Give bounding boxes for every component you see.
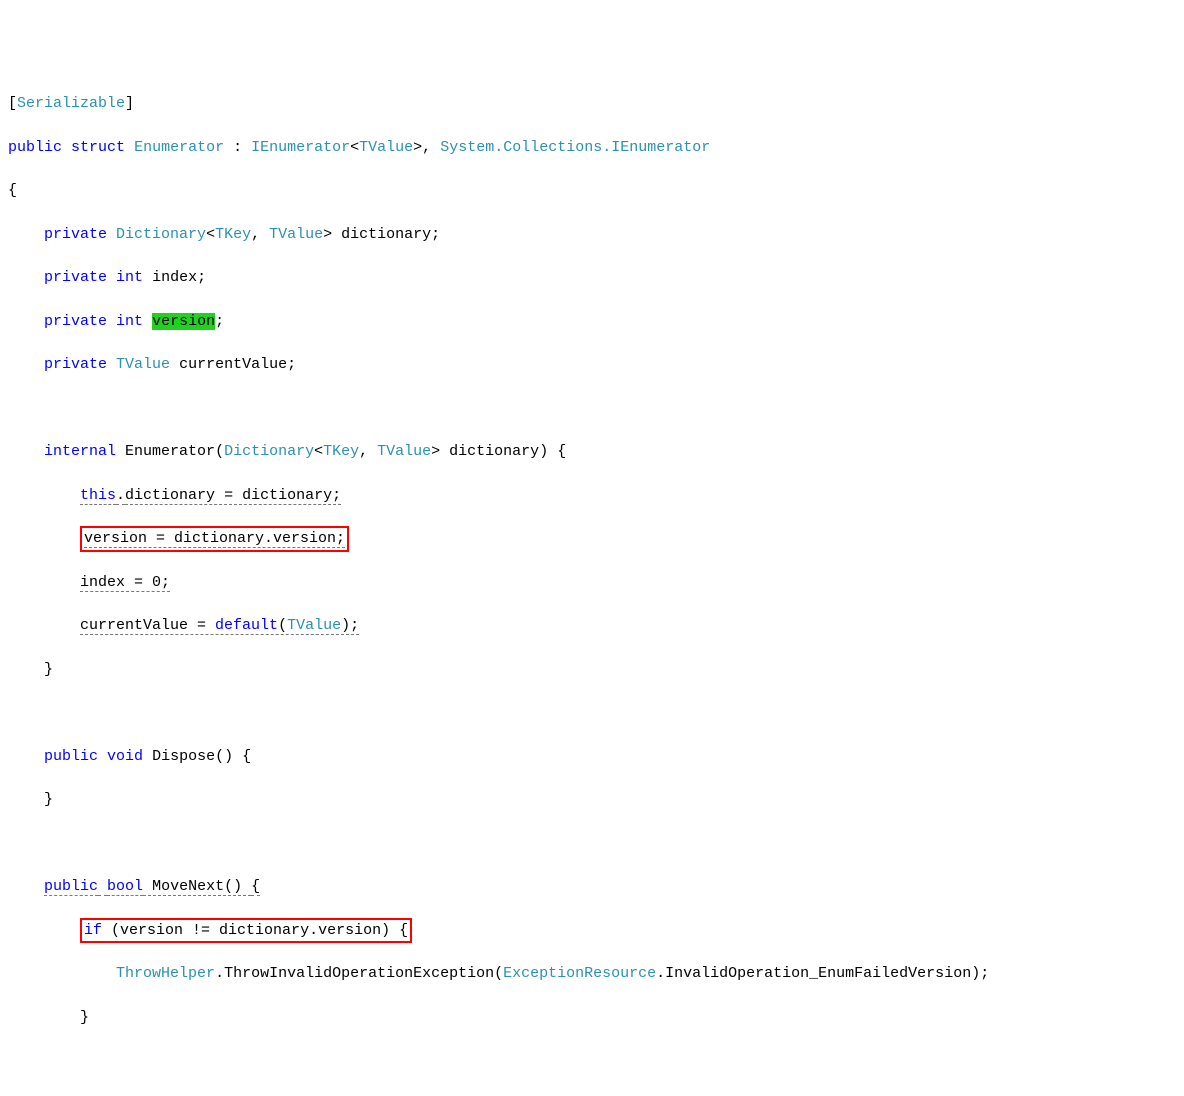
type-throwhelper: ThrowHelper <box>116 965 215 982</box>
line-blank-2 <box>8 702 1176 724</box>
line-ctor-this: this.dictionary = dictionary; <box>8 485 1176 507</box>
line-movenext-decl: public bool MoveNext() { <box>8 876 1176 898</box>
line-field-index: private int index; <box>8 267 1176 289</box>
highlight-version: version <box>152 313 215 330</box>
line-ctor-decl: internal Enumerator(Dictionary<TKey, TVa… <box>8 441 1176 463</box>
line-blank-1 <box>8 398 1176 420</box>
line-field-dict: private Dictionary<TKey, TValue> diction… <box>8 224 1176 246</box>
line-field-currentvalue: private TValue currentValue; <box>8 354 1176 376</box>
line-brace-open: { <box>8 180 1176 202</box>
redbox-if-version: if (version != dictionary.version) { <box>80 918 412 944</box>
line-dispose-decl: public void Dispose() { <box>8 746 1176 768</box>
kw-this: this <box>80 487 116 505</box>
line-struct-decl: public struct Enumerator : IEnumerator<T… <box>8 137 1176 159</box>
line-ctor-close: } <box>8 659 1176 681</box>
type-exceptionresource: ExceptionResource <box>503 965 656 982</box>
line-movenext-if: if (version != dictionary.version) { <box>8 920 1176 942</box>
line-movenext-throw: ThrowHelper.ThrowInvalidOperationExcepti… <box>8 963 1176 985</box>
line-ctor-cv: currentValue = default(TValue); <box>8 615 1176 637</box>
line-dispose-close: } <box>8 789 1176 811</box>
type-serializable: Serializable <box>17 95 125 112</box>
line-movenext-ifclose: } <box>8 1007 1176 1029</box>
line-ctor-version: version = dictionary.version; <box>8 528 1176 550</box>
line-field-version: private int version; <box>8 311 1176 333</box>
line-ctor-index: index = 0; <box>8 572 1176 594</box>
line-blank-3 <box>8 833 1176 855</box>
type-enumerator: Enumerator <box>134 139 224 156</box>
line-attr: [Serializable] <box>8 93 1176 115</box>
